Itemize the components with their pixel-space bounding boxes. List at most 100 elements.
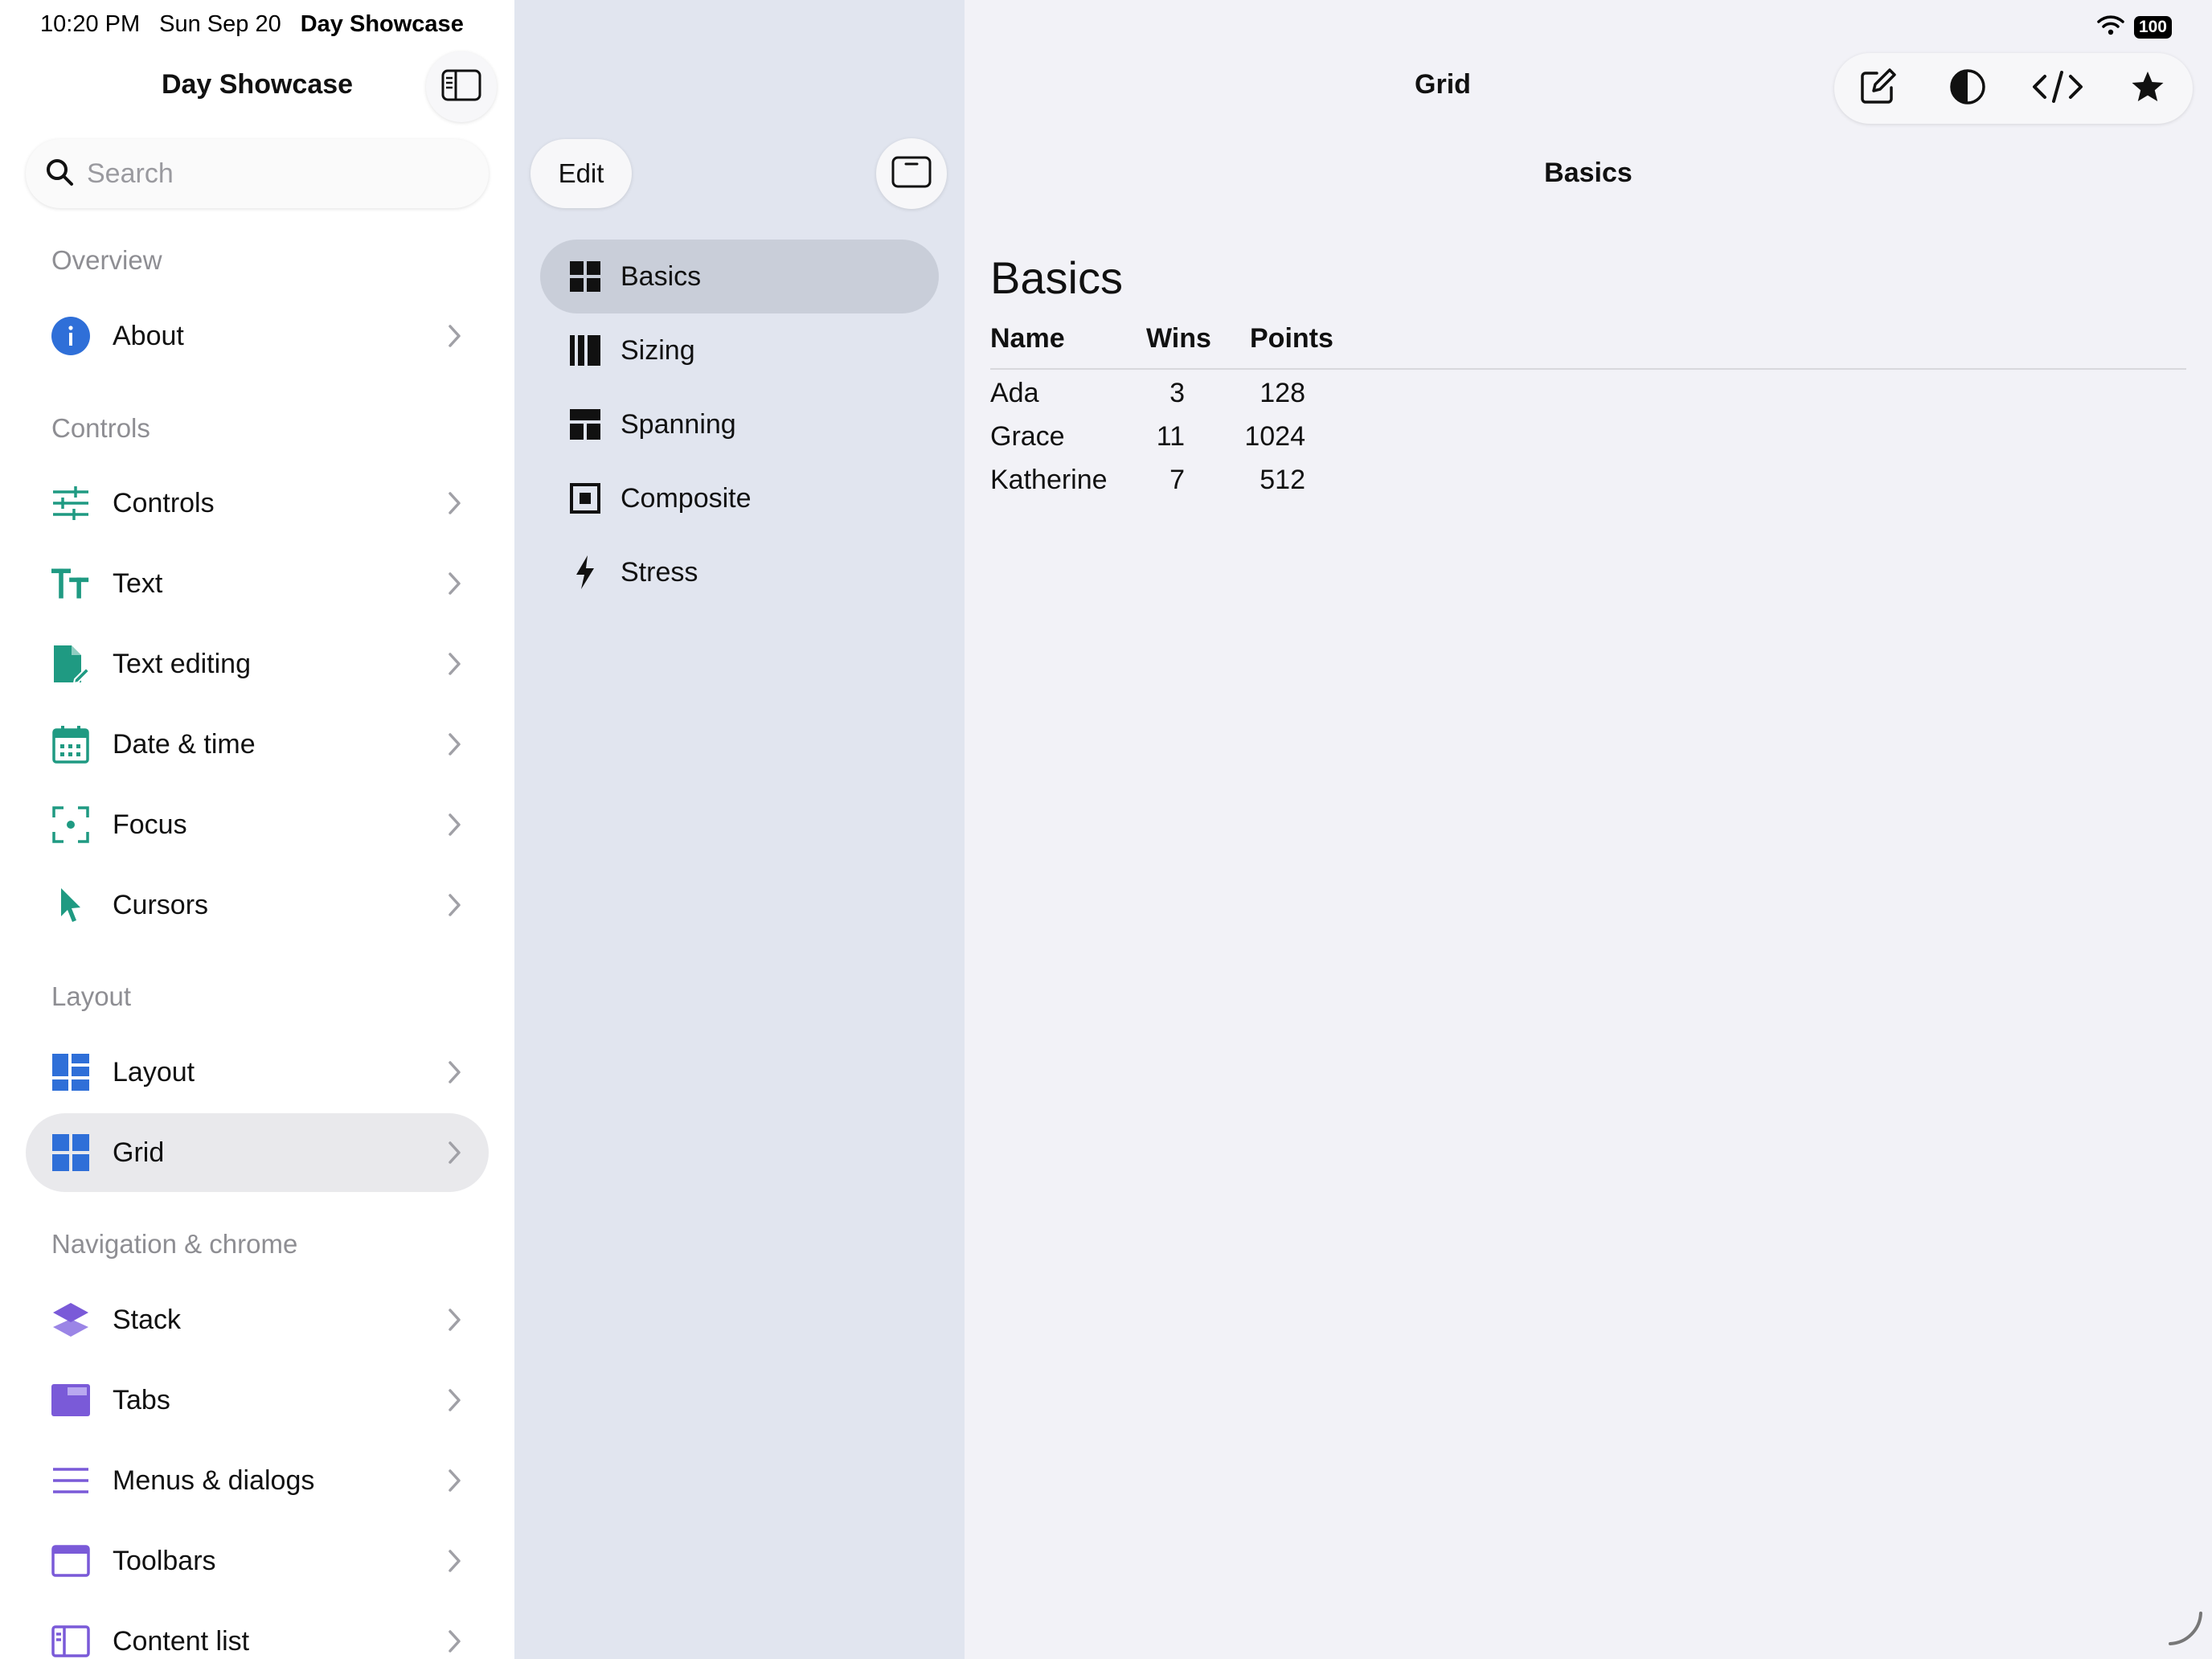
list-item-label: Spanning	[621, 408, 736, 440]
sidebar-item-content-list[interactable]: Content list	[26, 1602, 489, 1659]
star-icon	[2131, 71, 2165, 107]
sidebar-item-grid[interactable]: Grid	[26, 1113, 489, 1192]
composite-icon	[567, 481, 603, 516]
sidebar-item-menus-dialogs[interactable]: Menus & dialogs	[26, 1441, 489, 1520]
chevron-right-icon	[447, 812, 463, 838]
column-header-points: Points	[1250, 323, 1333, 354]
sidebar: Day Showcase Overview About Controls Con…	[0, 0, 514, 1659]
list-item-basics[interactable]: Basics	[540, 240, 939, 313]
layout-icon	[51, 1053, 90, 1092]
sidebar-item-label: Text editing	[113, 648, 251, 679]
columns-icon	[567, 333, 603, 368]
list-item-sizing[interactable]: Sizing	[540, 313, 939, 387]
list-item-label: Sizing	[621, 334, 695, 366]
list-item-stress[interactable]: Stress	[540, 535, 939, 609]
compose-button[interactable]	[1837, 53, 1918, 124]
content-list-icon	[51, 1622, 90, 1659]
header-divider	[990, 368, 2186, 370]
search-input[interactable]	[87, 158, 457, 190]
chevron-right-icon	[447, 892, 463, 918]
toggle-sidebar-button[interactable]	[426, 51, 497, 122]
content-list-column: Edit Basics Sizing Spanning Composite St…	[514, 0, 965, 1659]
sidebar-item-label: Tabs	[113, 1384, 170, 1415]
appearance-button[interactable]	[1927, 53, 2008, 124]
section-header-layout: Layout	[51, 981, 132, 1011]
bolt-icon	[567, 555, 603, 590]
grid-cell-points: 128	[1260, 378, 1305, 408]
sidebar-item-label: Focus	[113, 809, 187, 840]
chevron-right-icon	[447, 1059, 463, 1085]
sidebar-item-tabs[interactable]: Tabs	[26, 1361, 489, 1440]
chevron-right-icon	[447, 731, 463, 757]
compose-icon	[1859, 68, 1896, 109]
toolbar	[1834, 53, 2193, 124]
section-title: Basics	[1544, 158, 1632, 188]
window-icon	[891, 156, 932, 192]
sidebar-item-label: Stack	[113, 1304, 182, 1335]
status-bar: 10:20 PM Sun Sep 20 Day Showcase	[40, 11, 464, 38]
sidebar-item-about[interactable]: About	[26, 297, 489, 375]
favorite-button[interactable]	[2108, 53, 2188, 124]
grid-cell-wins: 7	[1169, 465, 1185, 495]
sidebar-item-text-editing[interactable]: Text editing	[26, 625, 489, 703]
detail-pane: Grid Basics Basics Name Wins Points Ada …	[965, 0, 2212, 1659]
section-header-navigation-chrome: Navigation & chrome	[51, 1229, 298, 1259]
column-header-name: Name	[990, 323, 1065, 354]
sidebar-item-date-time[interactable]: Date & time	[26, 705, 489, 784]
chevron-right-icon	[447, 1307, 463, 1333]
page-title: Grid	[1415, 69, 1471, 100]
window-toggle-button[interactable]	[876, 138, 947, 209]
toolbar-icon	[51, 1542, 90, 1580]
sidebar-item-cursors[interactable]: Cursors	[26, 866, 489, 944]
view-source-button[interactable]	[2017, 53, 2098, 124]
chevron-right-icon	[447, 490, 463, 516]
text-size-icon	[51, 564, 90, 603]
content-heading: Basics	[990, 252, 1123, 303]
chevron-right-icon	[447, 1387, 463, 1413]
status-time: 10:20 PM	[40, 11, 141, 37]
status-date: Sun Sep 20	[159, 11, 281, 37]
battery-icon: 100	[2133, 15, 2172, 39]
sidebar-item-toolbars[interactable]: Toolbars	[26, 1522, 489, 1600]
section-header-overview: Overview	[51, 245, 162, 275]
sidebar-item-label: Toolbars	[113, 1545, 216, 1576]
sidebar-item-label: Text	[113, 567, 163, 599]
grid-icon	[51, 1133, 90, 1172]
chevron-right-icon	[447, 1548, 463, 1574]
section-header-controls: Controls	[51, 413, 150, 443]
focus-icon	[51, 805, 90, 844]
contrast-icon	[1949, 68, 1986, 109]
info-icon	[51, 317, 90, 355]
chevron-right-icon	[447, 1140, 463, 1165]
chevron-right-icon	[447, 1628, 463, 1654]
list-item-spanning[interactable]: Spanning	[540, 387, 939, 461]
sidebar-item-layout[interactable]: Layout	[26, 1033, 489, 1112]
code-icon	[2032, 70, 2083, 108]
grid-cell-name: Katherine	[990, 465, 1108, 495]
doc-edit-icon	[51, 645, 90, 684]
stack-icon	[51, 1301, 90, 1339]
chevron-right-icon	[447, 323, 463, 349]
resize-corner-icon[interactable]	[2165, 1608, 2204, 1651]
sidebar-item-label: Grid	[113, 1137, 165, 1168]
list-item-composite[interactable]: Composite	[540, 461, 939, 535]
column-header-wins: Wins	[1146, 323, 1211, 354]
tabs-icon	[51, 1381, 90, 1419]
grid-cell-name: Ada	[990, 378, 1039, 408]
grid-cell-name: Grace	[990, 421, 1065, 452]
list-item-label: Basics	[621, 260, 702, 292]
status-indicators: 100	[2097, 14, 2172, 39]
edit-button[interactable]: Edit	[530, 139, 632, 208]
grid-cell-wins: 3	[1169, 378, 1185, 408]
sliders-icon	[51, 484, 90, 522]
sidebar-item-label: Content list	[113, 1625, 250, 1657]
list-item-label: Stress	[621, 556, 698, 588]
sidebar-item-focus[interactable]: Focus	[26, 785, 489, 864]
sidebar-item-controls[interactable]: Controls	[26, 464, 489, 543]
calendar-icon	[51, 725, 90, 764]
list-item-label: Composite	[621, 482, 752, 514]
search-field[interactable]	[26, 139, 489, 208]
sidebar-item-text[interactable]: Text	[26, 544, 489, 623]
chevron-right-icon	[447, 651, 463, 677]
sidebar-item-stack[interactable]: Stack	[26, 1280, 489, 1359]
